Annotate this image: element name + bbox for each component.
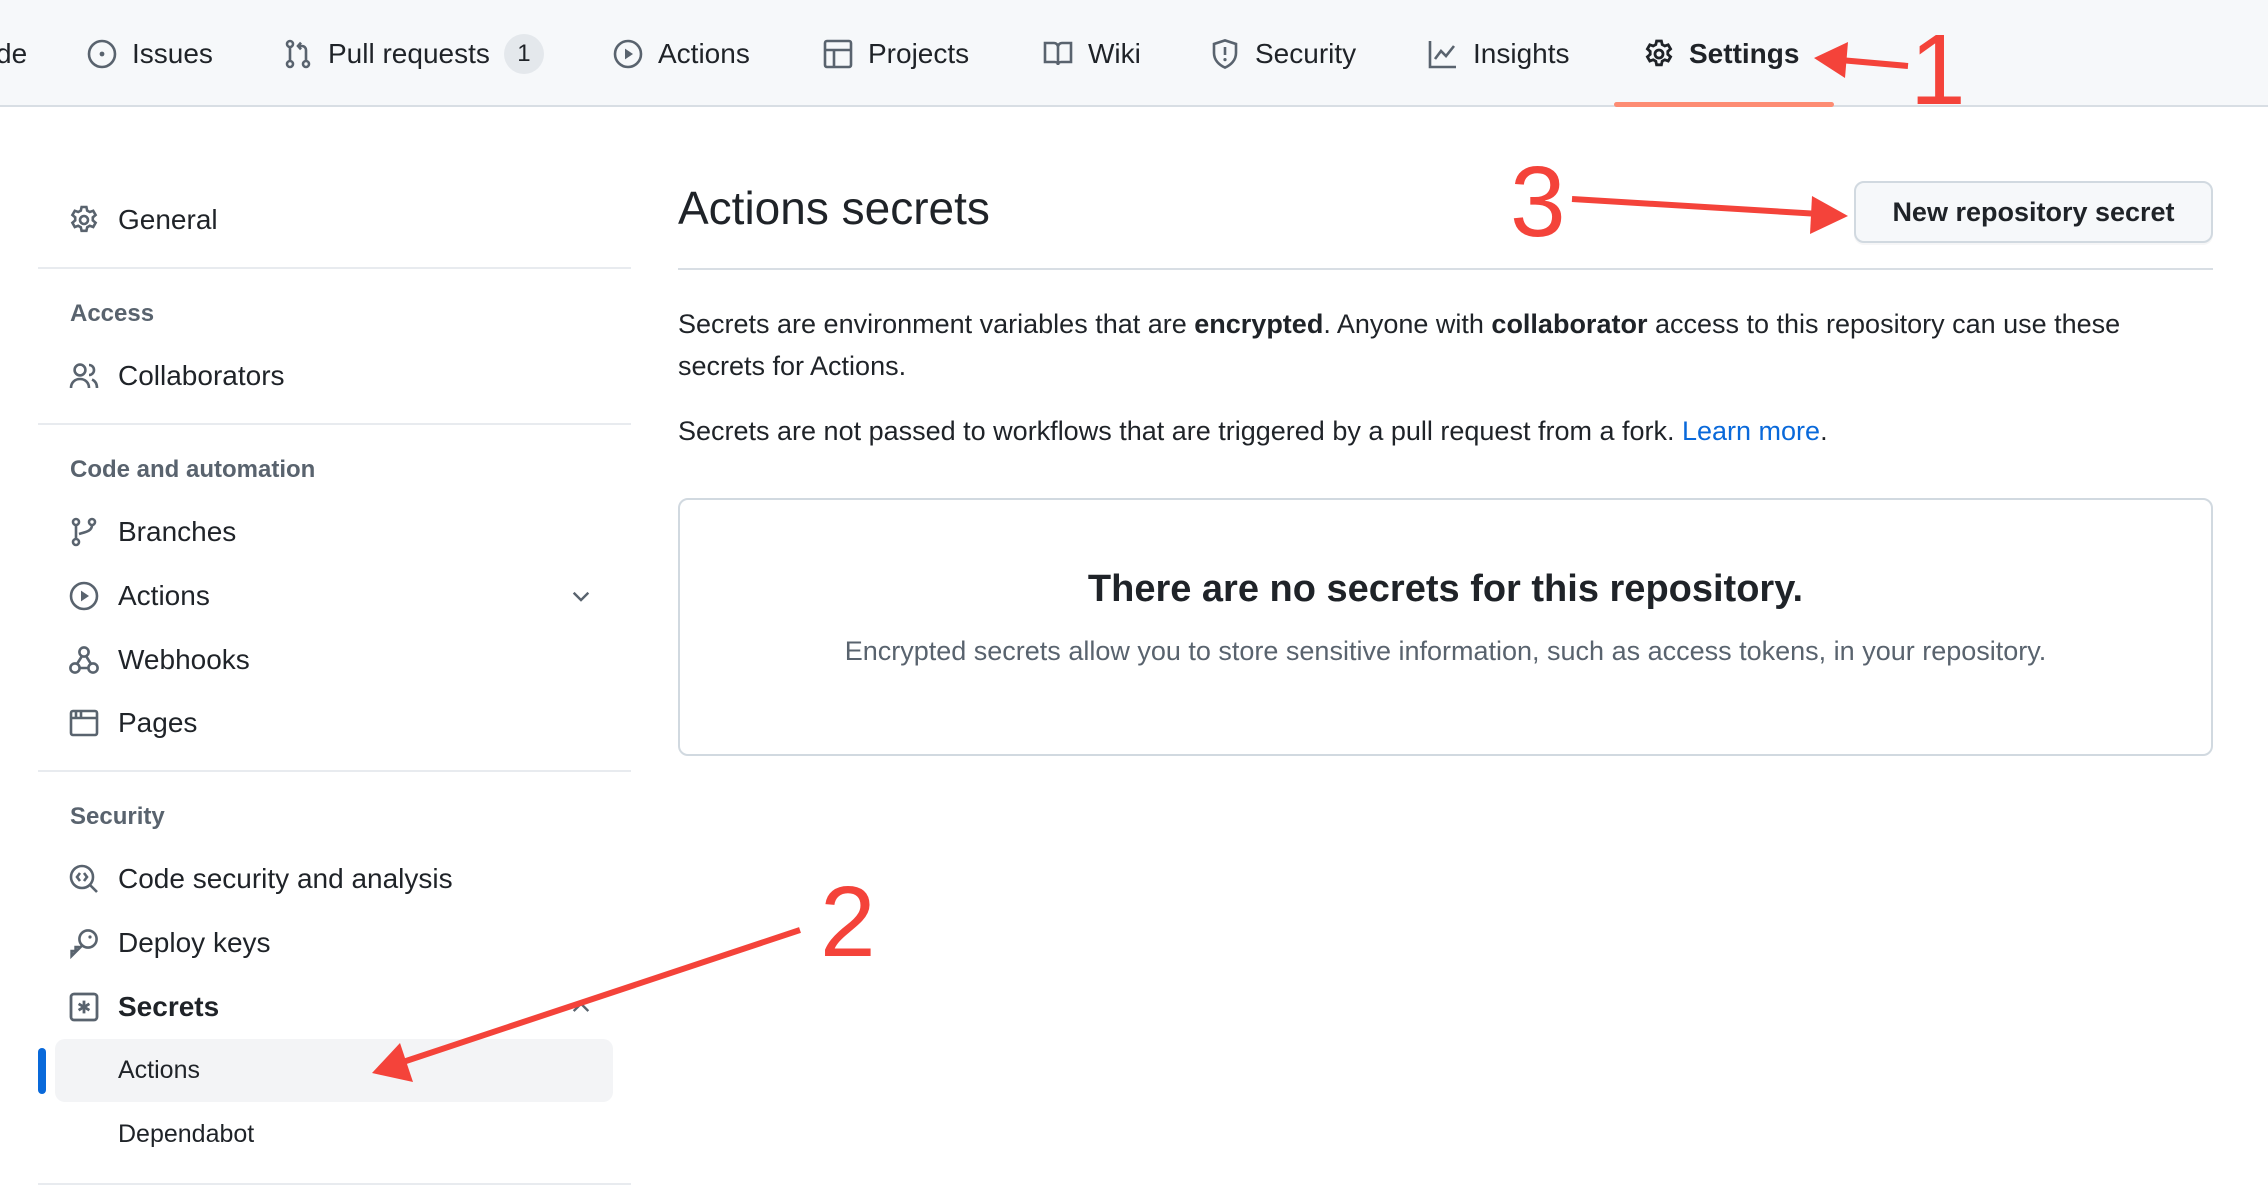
sidebar-item-label: Dependabot xyxy=(118,1120,255,1148)
table-icon xyxy=(822,38,854,70)
tab-label: Wiki xyxy=(1088,37,1141,69)
sidebar-divider xyxy=(38,267,631,269)
git-branch-icon xyxy=(68,516,100,548)
gear-icon xyxy=(1643,38,1675,70)
tab-label: de xyxy=(0,37,28,69)
active-item-indicator xyxy=(38,1048,46,1094)
sidebar-item-actions[interactable]: Actions xyxy=(38,566,631,626)
tab-label: Security xyxy=(1255,37,1357,69)
chevron-up-icon[interactable] xyxy=(568,994,594,1020)
tab-security[interactable]: Security xyxy=(1209,0,1356,107)
sidebar-item-deploy-keys[interactable]: Deploy keys xyxy=(38,913,631,973)
tab-wiki[interactable]: Wiki xyxy=(1042,0,1141,107)
sidebar-divider xyxy=(38,1183,631,1185)
git-pull-request-icon xyxy=(282,38,314,70)
desc-bold-collaborator: collaborator xyxy=(1491,309,1648,339)
sidebar-item-label: General xyxy=(118,204,218,235)
chevron-down-icon[interactable] xyxy=(568,583,594,609)
key-icon xyxy=(68,927,100,959)
sidebar-item-label: Deploy keys xyxy=(118,927,271,958)
settings-sidebar: General Access Collaborators Code and au… xyxy=(38,107,631,1202)
sidebar-heading-security: Security xyxy=(70,803,165,830)
sidebar-subitem-secrets-dependabot[interactable]: Dependabot xyxy=(55,1103,613,1166)
browser-icon xyxy=(68,707,100,739)
secrets-description: Secrets are environment variables that a… xyxy=(678,303,2213,387)
gear-icon xyxy=(68,204,100,236)
sidebar-item-code-security[interactable]: Code security and analysis xyxy=(38,849,631,909)
people-icon xyxy=(68,360,100,392)
page-title: Actions secrets xyxy=(678,182,990,234)
play-icon xyxy=(68,580,100,612)
tab-actions[interactable]: Actions xyxy=(612,0,750,107)
sidebar-item-webhooks[interactable]: Webhooks xyxy=(38,630,631,690)
book-icon xyxy=(1042,38,1074,70)
new-repository-secret-button[interactable]: New repository secret xyxy=(1854,181,2213,243)
annotation-label-3: 3 xyxy=(1510,146,1566,258)
learn-more-link[interactable]: Learn more xyxy=(1682,416,1820,446)
tab-pull-requests[interactable]: Pull requests 1 xyxy=(282,0,544,107)
tab-label: Insights xyxy=(1473,37,1570,69)
tab-label: Actions xyxy=(658,37,750,69)
tab-issues[interactable]: Issues xyxy=(86,0,213,107)
title-divider xyxy=(678,268,2213,270)
selected-tab-underline xyxy=(1614,102,1834,107)
shield-icon xyxy=(1209,38,1241,70)
sidebar-item-label: Actions xyxy=(118,580,210,611)
sidebar-heading-access: Access xyxy=(70,300,155,327)
sidebar-item-label: Secrets xyxy=(118,991,220,1022)
sidebar-subitem-secrets-actions[interactable]: Actions xyxy=(55,1039,613,1102)
desc-bold-encrypted: encrypted xyxy=(1194,309,1324,339)
annotation-label-2: 2 xyxy=(820,866,876,978)
webhook-icon xyxy=(68,644,100,676)
sidebar-heading-code-automation: Code and automation xyxy=(70,456,316,483)
sidebar-item-label: Collaborators xyxy=(118,360,285,391)
sidebar-item-secrets[interactable]: Secrets xyxy=(38,977,631,1037)
fork-note-end: . xyxy=(1820,416,1828,446)
empty-state-heading: There are no secrets for this repository… xyxy=(1087,568,1804,610)
fork-note: Secrets are not passed to workflows that… xyxy=(678,410,2213,452)
sidebar-item-label: Pages xyxy=(118,707,198,738)
sidebar-item-label: Webhooks xyxy=(118,644,250,675)
tab-label: Pull requests xyxy=(328,37,490,69)
tab-insights[interactable]: Insights xyxy=(1427,0,1570,107)
desc-text: . Anyone with xyxy=(1323,309,1492,339)
tab-settings[interactable]: Settings xyxy=(1643,0,1799,107)
tab-label: Settings xyxy=(1689,37,1800,69)
tab-code-partial[interactable]: de xyxy=(0,0,27,107)
tab-projects[interactable]: Projects xyxy=(822,0,969,107)
sidebar-item-label: Branches xyxy=(118,516,237,547)
sidebar-item-label: Code security and analysis xyxy=(118,863,453,894)
fork-note-text: Secrets are not passed to workflows that… xyxy=(678,416,1682,446)
sidebar-item-collaborators[interactable]: Collaborators xyxy=(38,346,631,406)
key-asterisk-icon xyxy=(68,991,100,1023)
issue-opened-icon xyxy=(86,38,118,70)
annotation-label-1: 1 xyxy=(1910,14,1966,126)
graph-icon xyxy=(1427,38,1459,70)
sidebar-divider xyxy=(38,423,631,425)
desc-text: Secrets are environment variables that a… xyxy=(678,309,1195,339)
annotation-arrow-3 xyxy=(1571,196,1848,234)
empty-state-box: There are no secrets for this repository… xyxy=(678,498,2213,756)
sidebar-divider xyxy=(38,770,631,772)
empty-state-text: Encrypted secrets allow you to store sen… xyxy=(844,636,2047,666)
pull-requests-count-badge: 1 xyxy=(503,33,544,74)
sidebar-item-pages[interactable]: Pages xyxy=(38,693,631,753)
sidebar-item-label: Actions xyxy=(118,1056,200,1084)
sidebar-item-branches[interactable]: Branches xyxy=(38,502,631,562)
tab-label: Projects xyxy=(868,37,970,69)
play-icon xyxy=(612,38,644,70)
codescan-icon xyxy=(68,863,100,895)
tab-label: Issues xyxy=(132,37,213,69)
sidebar-item-general[interactable]: General xyxy=(38,190,631,250)
